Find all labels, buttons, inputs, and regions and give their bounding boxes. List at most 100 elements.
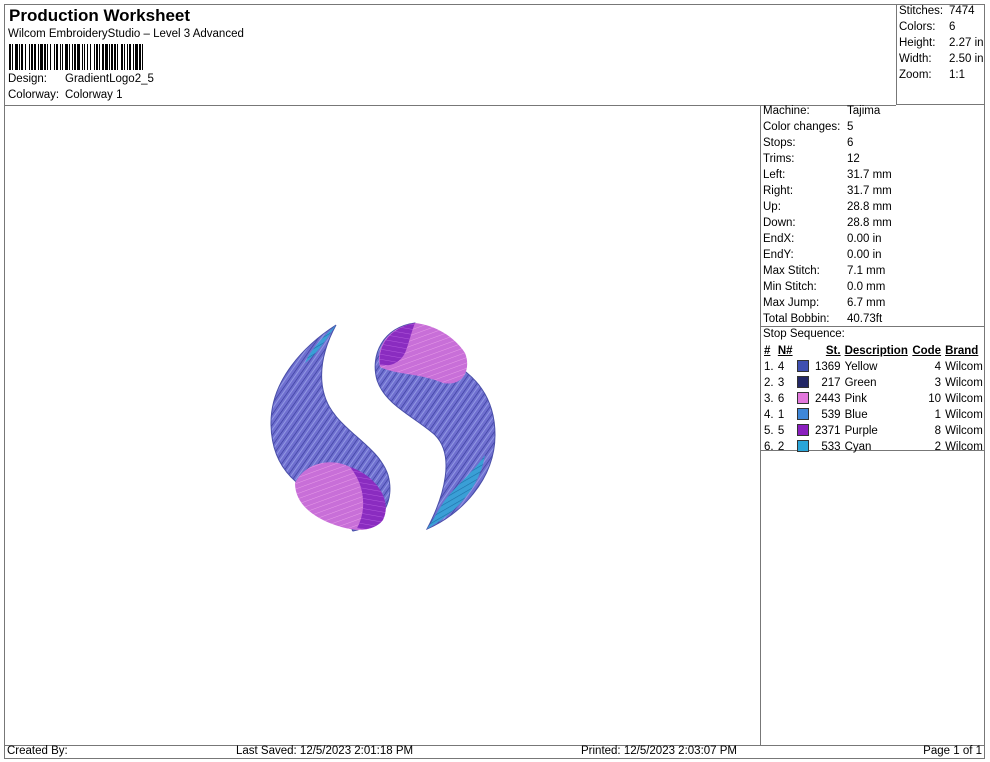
prop-label: Machine: (763, 105, 810, 117)
stop-sequence-title: Stop Sequence: (763, 328, 845, 340)
stop-sequence-table: # N# St. Description Code Brand 1. 4 1369 Y… (762, 343, 985, 455)
prop-label: Up: (763, 201, 781, 213)
color-swatch (797, 392, 810, 404)
barcode-bar (143, 44, 145, 70)
color-swatch-cell (795, 375, 811, 391)
embroidery-logo (270, 322, 496, 532)
prop-right: Right: 31.7 mm (763, 185, 892, 201)
summary-value: 6 (949, 21, 956, 33)
prop-value: 0.00 in (847, 233, 882, 245)
table-row: 5. 5 2371 Purple 8 Wilcom (762, 423, 985, 439)
colorway-value: Colorway 1 (65, 89, 123, 101)
prop-left: Left: 31.7 mm (763, 169, 892, 185)
prop-value: Tajima (847, 105, 881, 117)
prop-color-changes: Color changes: 5 (763, 121, 853, 137)
prop-stops: Stops: 6 (763, 137, 853, 153)
stop-index: 4. (764, 409, 774, 421)
colorway-row: Colorway: Colorway 1 (8, 89, 123, 101)
stop-code: 10 (928, 393, 942, 405)
stop-stitches: 539 (821, 409, 841, 421)
stop-code: 2 (934, 441, 942, 453)
software-subtitle: Wilcom EmbroideryStudio – Level 3 Advanc… (8, 28, 244, 40)
stop-needle: 6 (777, 393, 785, 405)
color-swatch-cell (795, 391, 811, 407)
prop-down: Down: 28.8 mm (763, 217, 892, 233)
summary-label: Stitches: (899, 5, 944, 17)
prop-label: Right: (763, 185, 794, 197)
prop-min-stitch: Min Stitch: 0.0 mm (763, 281, 885, 297)
prop-label: Left: (763, 169, 786, 181)
stop-index: 3. (764, 393, 774, 405)
table-row: 6. 2 533 Cyan 2 Wilcom (762, 439, 985, 455)
stop-description: Green (844, 377, 877, 389)
barcode (9, 44, 222, 70)
created-by: Created By: (7, 745, 68, 757)
prop-value: 0.00 in (847, 249, 882, 261)
color-swatch-cell (795, 423, 811, 439)
summary-panel: Stitches: 7474 Colors: 6 Height: 2.27 in Wi… (896, 5, 984, 105)
colorway-label: Colorway: (8, 89, 60, 101)
summary-value: 1:1 (949, 69, 965, 81)
stop-code: 4 (934, 361, 942, 373)
prop-value: 28.8 mm (847, 201, 892, 213)
stop-description: Yellow (844, 361, 878, 373)
stop-description: Pink (844, 393, 867, 405)
prop-endx: EndX: 0.00 in (763, 233, 882, 249)
stop-code: 8 (934, 425, 942, 437)
right-swoosh (374, 322, 496, 531)
table-row: 3. 6 2443 Pink 10 Wilcom (762, 391, 985, 407)
stop-needle: 5 (777, 425, 785, 437)
summary-height: Height: 2.27 in (899, 37, 984, 49)
stop-brand: Wilcom (945, 409, 983, 421)
stop-code: 1 (934, 409, 942, 421)
stop-needle: 2 (777, 441, 785, 453)
stop-needle: 4 (777, 361, 785, 373)
stop-stitches: 1369 (814, 361, 841, 373)
worksheet-footer: Created By: Last Saved: 12/5/2023 2:01:1… (5, 745, 984, 759)
summary-label: Width: (899, 53, 932, 65)
summary-value: 2.27 in (949, 37, 984, 49)
prop-label: Max Stitch: (763, 265, 820, 277)
prop-label: Min Stitch: (763, 281, 817, 293)
design-preview-canvas[interactable] (5, 105, 760, 745)
col-st: St. (825, 345, 841, 357)
table-header-row: # N# St. Description Code Brand (762, 343, 985, 359)
prop-value: 40.73ft (847, 313, 883, 325)
color-swatch (797, 360, 810, 372)
prop-label: EndY: (763, 249, 794, 261)
prop-max-jump: Max Jump: 6.7 mm (763, 297, 885, 313)
stop-sequence-section: Stop Sequence: # N# St. Description Code… (761, 326, 985, 453)
stop-stitches: 2443 (814, 393, 841, 405)
col-hash: # (764, 345, 771, 357)
printed-date: Printed: 12/5/2023 2:03:07 PM (581, 745, 737, 757)
col-code: Code (912, 345, 942, 357)
summary-colors: Colors: 6 (899, 21, 955, 33)
prop-label: Stops: (763, 137, 796, 149)
summary-value: 7474 (949, 5, 975, 17)
col-n: N# (777, 345, 793, 357)
properties-panel: Machine: Tajima Color changes: 5 Stops: 6 T… (760, 105, 985, 745)
table-row: 1. 4 1369 Yellow 4 Wilcom (762, 359, 985, 375)
stop-stitches: 217 (821, 377, 841, 389)
prop-value: 31.7 mm (847, 185, 892, 197)
stop-brand: Wilcom (945, 393, 983, 405)
summary-zoom: Zoom: 1:1 (899, 69, 965, 81)
prop-value: 28.8 mm (847, 217, 892, 229)
stop-needle: 1 (777, 409, 785, 421)
summary-label: Height: (899, 37, 936, 49)
prop-label: Max Jump: (763, 297, 820, 309)
worksheet-header: Production Worksheet Wilcom EmbroiderySt… (5, 5, 896, 106)
design-label: Design: (8, 73, 47, 85)
prop-value: 5 (847, 121, 854, 133)
prop-value: 6.7 mm (847, 297, 886, 309)
design-row: Design: GradientLogo2_5 (8, 73, 154, 85)
page-number: Page 1 of 1 (923, 745, 982, 757)
prop-label: Total Bobbin: (763, 313, 830, 325)
prop-value: 12 (847, 153, 860, 165)
prop-machine: Machine: Tajima (763, 105, 880, 121)
stop-brand: Wilcom (945, 361, 983, 373)
table-row: 4. 1 539 Blue 1 Wilcom (762, 407, 985, 423)
prop-value: 7.1 mm (847, 265, 886, 277)
prop-value: 6 (847, 137, 854, 149)
prop-trims: Trims: 12 (763, 153, 860, 169)
